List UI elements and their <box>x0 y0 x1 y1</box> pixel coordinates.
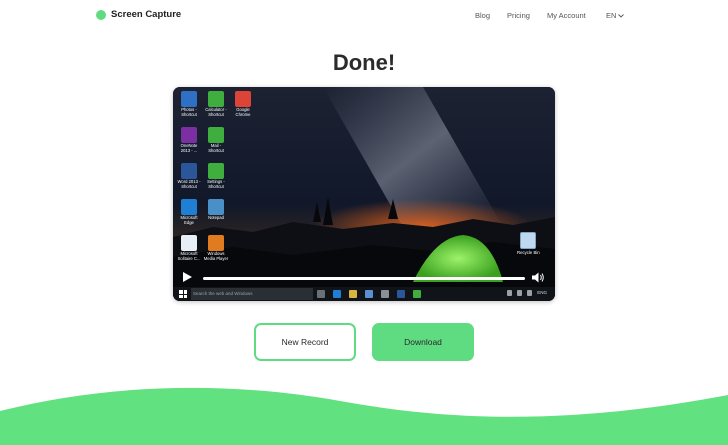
desktop-icon: OneNote 2013 - ... <box>176 127 202 163</box>
desktop-icon <box>230 127 256 163</box>
tray-up-icon <box>507 290 513 296</box>
recycle-bin: Recycle Bin <box>517 232 540 255</box>
tray-language: ENG <box>537 290 547 295</box>
desktop-icon: Settings - Shortcut <box>203 163 229 199</box>
chevron-down-icon <box>618 13 625 18</box>
mail-icon <box>208 127 224 143</box>
notepad-icon <box>208 199 224 215</box>
word-icon <box>181 163 197 179</box>
task-view-icon <box>317 290 325 298</box>
volume-icon[interactable] <box>531 271 545 284</box>
desktop-icon-label: Photos - Shortcut <box>181 107 197 117</box>
desktop-icon: Google Chrome <box>230 91 256 127</box>
onenote-icon <box>181 127 197 143</box>
top-nav: Screen Capture Blog Pricing My Account E… <box>0 0 728 30</box>
desktop-icon: Microsoft Edge <box>176 199 202 235</box>
download-button[interactable]: Download <box>372 323 474 361</box>
word-taskbar-icon <box>397 290 405 298</box>
photos-icon <box>181 91 197 107</box>
nav-link-pricing[interactable]: Pricing <box>507 11 530 20</box>
tray-network-icon <box>517 290 523 296</box>
desktop-icon-label: Word 2013 - Shortcut <box>177 179 201 189</box>
desktop-icon <box>230 163 256 199</box>
desktop-icon <box>230 199 256 235</box>
brand-name: Screen Capture <box>111 9 182 20</box>
page-title: Done! <box>332 50 396 75</box>
calculator-icon <box>208 91 224 107</box>
edge-icon <box>181 199 197 215</box>
play-icon[interactable] <box>183 272 192 282</box>
app-taskbar-icon <box>381 290 389 298</box>
desktop-icon: Word 2013 - Shortcut <box>176 163 202 199</box>
player-controls <box>173 270 555 286</box>
nav-link-my-account[interactable]: My Account <box>547 11 586 20</box>
nav-link-blog[interactable]: Blog <box>475 11 490 20</box>
desktop-icon: Calculator - Shortcut <box>203 91 229 127</box>
edge-taskbar-icon <box>333 290 341 298</box>
recycle-bin-label: Recycle Bin <box>517 250 540 255</box>
desktop-icon: Windows Media Player <box>203 235 229 271</box>
decorative-wave <box>0 387 728 445</box>
desktop-icon-label: Microsoft Solitaire C... <box>177 251 201 261</box>
windows-taskbar: Search the web and Windows ENG <box>173 287 555 301</box>
desktop-icon-label: Google Chrome <box>235 107 251 117</box>
media-player-icon <box>208 235 224 251</box>
system-tray: ENG <box>507 290 547 296</box>
desktop-icon: Notepad <box>203 199 229 235</box>
taskbar-search: Search the web and Windows <box>191 288 313 300</box>
language-label: EN <box>606 11 617 20</box>
desktop-icons: Photos - Shortcut Calculator - Shortcut Go… <box>176 91 256 271</box>
desktop-icon-label: Windows Media Player <box>203 251 229 261</box>
desktop-icon-label: Notepad <box>208 215 224 220</box>
desktop-icon-label: Calculator - Shortcut <box>205 107 227 117</box>
app2-taskbar-icon <box>413 290 421 298</box>
explorer-taskbar-icon <box>349 290 357 298</box>
desktop-icon-label: Mail - Shortcut <box>208 143 224 153</box>
progress-bar[interactable] <box>203 277 525 280</box>
desktop-icon-label: OneNote 2013 - ... <box>180 143 198 153</box>
brand-dot-icon <box>96 9 106 20</box>
chrome-icon <box>235 91 251 107</box>
desktop-icon-label: Microsoft Edge <box>180 215 198 225</box>
new-record-button[interactable]: New Record <box>254 323 356 361</box>
taskbar-apps <box>317 290 421 298</box>
solitaire-icon <box>181 235 197 251</box>
windows-logo-icon <box>179 290 187 298</box>
desktop-icon: Mail - Shortcut <box>203 127 229 163</box>
desktop-icon: Photos - Shortcut <box>176 91 202 127</box>
tray-volume-icon <box>527 290 533 296</box>
brand-logo[interactable]: Screen Capture <box>96 9 181 20</box>
recycle-bin-icon <box>520 232 537 249</box>
store-taskbar-icon <box>365 290 373 298</box>
language-selector[interactable]: EN <box>606 11 625 20</box>
desktop-icon-label: Settings - Shortcut <box>207 179 225 189</box>
video-player[interactable]: Photos - Shortcut Calculator - Shortcut Go… <box>173 87 555 301</box>
desktop-icon: Microsoft Solitaire C... <box>176 235 202 271</box>
settings-icon <box>208 163 224 179</box>
